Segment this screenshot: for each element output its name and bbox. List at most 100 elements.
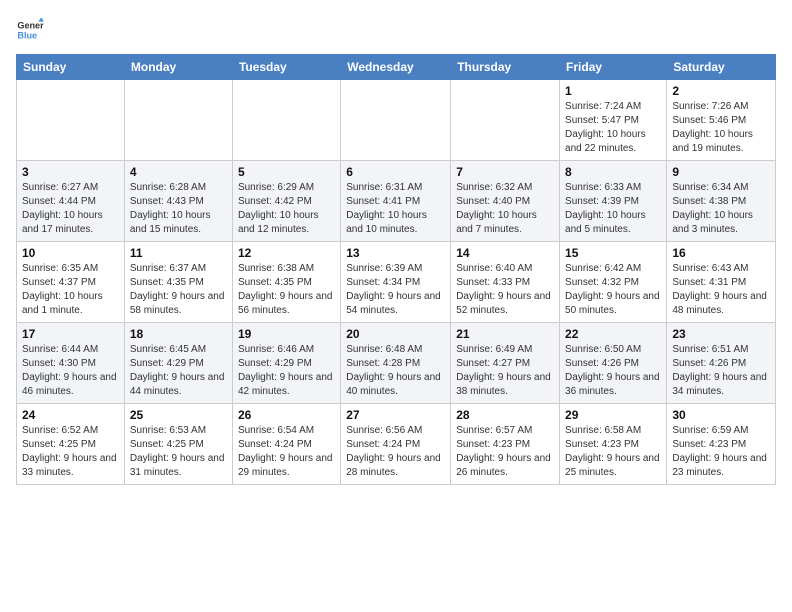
day-cell: 22 Sunrise: 6:50 AM Sunset: 4:26 PM Dayli… [560,323,667,404]
day-number: 11 [130,246,227,260]
day-cell: 5 Sunrise: 6:29 AM Sunset: 4:42 PM Daylig… [232,161,340,242]
day-number: 16 [672,246,770,260]
day-cell [451,80,560,161]
day-cell: 26 Sunrise: 6:54 AM Sunset: 4:24 PM Dayli… [232,404,340,485]
day-info: Sunrise: 6:29 AM Sunset: 4:42 PM Dayligh… [238,181,335,237]
day-info: Sunrise: 6:42 AM Sunset: 4:32 PM Dayligh… [565,262,661,318]
day-cell: 21Sunrise: 6:49 AM Sunset: 4:27 PM Dayli… [451,323,560,404]
day-info: Sunrise: 6:59 AM Sunset: 4:23 PM Dayligh… [672,424,770,480]
day-info: Sunrise: 7:24 AM Sunset: 5:47 PM Dayligh… [565,100,661,156]
day-info: Sunrise: 6:33 AM Sunset: 4:39 PM Dayligh… [565,181,661,237]
day-cell: 14 Sunrise: 6:40 AM Sunset: 4:33 PM Dayli… [451,242,560,323]
day-info: Sunrise: 6:54 AM Sunset: 4:24 PM Dayligh… [238,424,335,480]
day-cell: 20 Sunrise: 6:48 AM Sunset: 4:28 PM Dayli… [341,323,451,404]
day-cell [341,80,451,161]
day-number: 4 [130,165,227,179]
day-number: 28 [456,408,554,422]
day-info: Sunrise: 6:48 AM Sunset: 4:28 PM Dayligh… [346,343,445,399]
week-row-3: 10 Sunrise: 6:35 AM Sunset: 4:37 PM Dayli… [17,242,776,323]
day-cell: 8 Sunrise: 6:33 AM Sunset: 4:39 PM Daylig… [560,161,667,242]
day-info: Sunrise: 6:58 AM Sunset: 4:23 PM Dayligh… [565,424,661,480]
day-cell: 16 Sunrise: 6:43 AM Sunset: 4:31 PM Dayli… [667,242,776,323]
day-info: Sunrise: 6:32 AM Sunset: 4:40 PM Dayligh… [456,181,554,237]
day-number: 24 [22,408,119,422]
day-number: 2 [672,84,770,98]
calendar: SundayMondayTuesdayWednesdayThursdayFrid… [16,54,776,485]
day-cell: 6 Sunrise: 6:31 AM Sunset: 4:41 PM Daylig… [341,161,451,242]
day-number: 26 [238,408,335,422]
day-number: 5 [238,165,335,179]
day-cell: 24 Sunrise: 6:52 AM Sunset: 4:25 PM Dayli… [17,404,125,485]
week-row-2: 3Sunrise: 6:27 AM Sunset: 4:44 PM Daylig… [17,161,776,242]
weekday-header-row: SundayMondayTuesdayWednesdayThursdayFrid… [17,55,776,80]
day-cell: 30 Sunrise: 6:59 AM Sunset: 4:23 PM Dayli… [667,404,776,485]
day-info: Sunrise: 6:53 AM Sunset: 4:25 PM Dayligh… [130,424,227,480]
day-info: Sunrise: 6:40 AM Sunset: 4:33 PM Dayligh… [456,262,554,318]
day-number: 3 [22,165,119,179]
day-info: Sunrise: 6:50 AM Sunset: 4:26 PM Dayligh… [565,343,661,399]
day-info: Sunrise: 6:28 AM Sunset: 4:43 PM Dayligh… [130,181,227,237]
week-row-1: 1 Sunrise: 7:24 AM Sunset: 5:47 PM Daylig… [17,80,776,161]
day-cell: 9 Sunrise: 6:34 AM Sunset: 4:38 PM Daylig… [667,161,776,242]
header: General Blue [16,16,776,44]
day-number: 22 [565,327,661,341]
day-cell: 4 Sunrise: 6:28 AM Sunset: 4:43 PM Daylig… [124,161,232,242]
day-info: Sunrise: 6:57 AM Sunset: 4:23 PM Dayligh… [456,424,554,480]
day-cell: 7 Sunrise: 6:32 AM Sunset: 4:40 PM Daylig… [451,161,560,242]
day-info: Sunrise: 6:49 AM Sunset: 4:27 PM Dayligh… [456,343,554,399]
svg-text:General: General [17,21,44,31]
day-info: Sunrise: 6:51 AM Sunset: 4:26 PM Dayligh… [672,343,770,399]
day-info: Sunrise: 6:43 AM Sunset: 4:31 PM Dayligh… [672,262,770,318]
day-info: Sunrise: 6:34 AM Sunset: 4:38 PM Dayligh… [672,181,770,237]
day-cell: 10 Sunrise: 6:35 AM Sunset: 4:37 PM Dayli… [17,242,125,323]
day-info: Sunrise: 7:26 AM Sunset: 5:46 PM Dayligh… [672,100,770,156]
day-info: Sunrise: 6:31 AM Sunset: 4:41 PM Dayligh… [346,181,445,237]
weekday-header-sunday: Sunday [17,55,125,80]
weekday-header-monday: Monday [124,55,232,80]
day-cell: 15 Sunrise: 6:42 AM Sunset: 4:32 PM Dayli… [560,242,667,323]
weekday-header-thursday: Thursday [451,55,560,80]
day-cell: 19 Sunrise: 6:46 AM Sunset: 4:29 PM Dayli… [232,323,340,404]
day-info: Sunrise: 6:35 AM Sunset: 4:37 PM Dayligh… [22,262,119,318]
day-cell: 12Sunrise: 6:38 AM Sunset: 4:35 PM Dayli… [232,242,340,323]
day-number: 8 [565,165,661,179]
day-number: 30 [672,408,770,422]
day-number: 1 [565,84,661,98]
day-number: 14 [456,246,554,260]
day-number: 7 [456,165,554,179]
day-number: 25 [130,408,227,422]
day-cell: 27Sunrise: 6:56 AM Sunset: 4:24 PM Dayli… [341,404,451,485]
day-number: 17 [22,327,119,341]
day-info: Sunrise: 6:37 AM Sunset: 4:35 PM Dayligh… [130,262,227,318]
day-info: Sunrise: 6:44 AM Sunset: 4:30 PM Dayligh… [22,343,119,399]
day-cell: 13Sunrise: 6:39 AM Sunset: 4:34 PM Dayli… [341,242,451,323]
logo-icon: General Blue [16,16,44,44]
week-row-5: 24 Sunrise: 6:52 AM Sunset: 4:25 PM Dayli… [17,404,776,485]
day-cell: 28 Sunrise: 6:57 AM Sunset: 4:23 PM Dayli… [451,404,560,485]
day-info: Sunrise: 6:45 AM Sunset: 4:29 PM Dayligh… [130,343,227,399]
weekday-header-saturday: Saturday [667,55,776,80]
day-cell: 25 Sunrise: 6:53 AM Sunset: 4:25 PM Dayli… [124,404,232,485]
day-number: 27 [346,408,445,422]
day-number: 18 [130,327,227,341]
weekday-header-tuesday: Tuesday [232,55,340,80]
day-cell: 17 Sunrise: 6:44 AM Sunset: 4:30 PM Dayli… [17,323,125,404]
day-cell [124,80,232,161]
weekday-header-friday: Friday [560,55,667,80]
day-number: 23 [672,327,770,341]
day-number: 6 [346,165,445,179]
day-info: Sunrise: 6:46 AM Sunset: 4:29 PM Dayligh… [238,343,335,399]
day-number: 19 [238,327,335,341]
logo: General Blue [16,16,48,44]
day-number: 29 [565,408,661,422]
day-cell: 3Sunrise: 6:27 AM Sunset: 4:44 PM Daylig… [17,161,125,242]
day-cell: 11 Sunrise: 6:37 AM Sunset: 4:35 PM Dayli… [124,242,232,323]
day-number: 15 [565,246,661,260]
day-number: 10 [22,246,119,260]
day-number: 13 [346,246,445,260]
day-cell: 29 Sunrise: 6:58 AM Sunset: 4:23 PM Dayli… [560,404,667,485]
day-number: 20 [346,327,445,341]
day-info: Sunrise: 6:52 AM Sunset: 4:25 PM Dayligh… [22,424,119,480]
day-number: 9 [672,165,770,179]
day-cell: 1 Sunrise: 7:24 AM Sunset: 5:47 PM Daylig… [560,80,667,161]
